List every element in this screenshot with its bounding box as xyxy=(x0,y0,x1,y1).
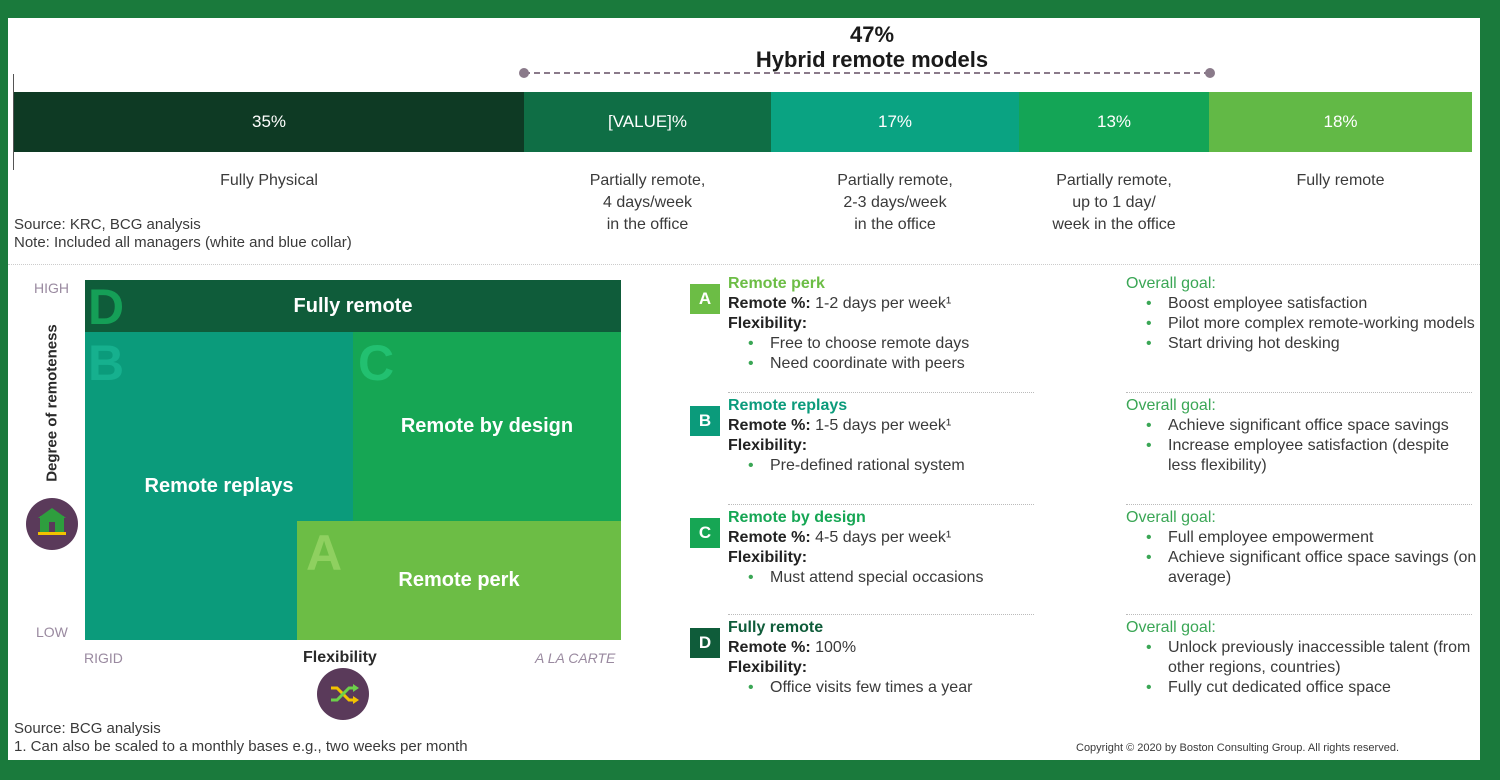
segment-flex-label: Flexibility: xyxy=(728,315,808,332)
letter-b: B xyxy=(88,335,125,391)
box-c-label: Remote by design xyxy=(400,414,574,437)
segment-divider xyxy=(1126,504,1472,505)
shuffle-icon xyxy=(317,668,369,720)
segment-flex-item: Free to choose remote days xyxy=(728,334,1088,354)
segment-remote: Remote %: 100% xyxy=(728,639,857,656)
segment-goals: Overall goal: Full employee empowermentAc… xyxy=(1126,508,1478,588)
bar-segment: 13% xyxy=(1019,92,1209,152)
bar-left-tick xyxy=(13,74,14,170)
segment-details: Remote replays Remote %: 1-5 days per wee… xyxy=(728,396,1088,476)
y-axis-title: Degree of remoteness xyxy=(43,324,61,482)
goal-item: Increase employee satisfaction (despite … xyxy=(1126,436,1478,476)
box-a-label: Remote perk xyxy=(398,568,520,591)
segment-title: Remote by design xyxy=(728,509,866,526)
segment-title: Fully remote xyxy=(728,619,824,636)
segment-goals: Overall goal: Unlock previously inaccessi… xyxy=(1126,618,1478,698)
segment-badge: A xyxy=(690,284,720,314)
goal-item: Unlock previously inaccessible talent (f… xyxy=(1126,638,1478,678)
goal-item: Achieve significant office space savings… xyxy=(1126,548,1478,588)
bar-value-label: 13% xyxy=(1096,112,1132,131)
box-b-lower xyxy=(85,521,297,640)
stacked-bar-chart: 35% Fully Physical [VALUE]% Partially remot… xyxy=(12,18,1476,258)
bar-category-label: Partially remote, 4 days/week in the offic… xyxy=(589,172,706,233)
bar-category-label: Fully remote xyxy=(1296,172,1385,189)
segment-goals: Overall goal: Boost employee satisfaction… xyxy=(1126,274,1478,354)
bar-value-label: 17% xyxy=(877,112,913,131)
goal-title: Overall goal: xyxy=(1126,619,1216,636)
home-icon xyxy=(26,498,78,550)
segment-divider xyxy=(728,504,1034,505)
segment-flex-item: Need coordinate with peers xyxy=(728,354,1088,374)
bar-segment: 18% xyxy=(1209,92,1472,152)
goal-title: Overall goal: xyxy=(1126,397,1216,414)
segment-flex-label: Flexibility: xyxy=(728,437,808,454)
segment-remote: Remote %: 4-5 days per week¹ xyxy=(728,529,952,546)
segment-divider xyxy=(1126,614,1472,615)
y-high-label: HIGH xyxy=(34,280,69,296)
bar-value-label: 18% xyxy=(1323,112,1358,131)
footer-source: Source: BCG analysis xyxy=(14,720,161,737)
segment-title: Remote perk xyxy=(728,275,825,292)
segment-divider xyxy=(728,392,1034,393)
copyright: Copyright © 2020 by Boston Consulting Gr… xyxy=(1076,742,1399,754)
top-note: Note: Included all managers (white and b… xyxy=(14,234,352,251)
segment-title: Remote replays xyxy=(728,397,848,414)
top-source: Source: KRC, BCG analysis xyxy=(14,216,201,233)
box-b-label: Remote replays xyxy=(144,474,294,497)
section-divider xyxy=(8,264,1480,265)
segment-divider xyxy=(1126,392,1472,393)
bar-segment: 17% xyxy=(771,92,1019,152)
segment-details: Fully remote Remote %: 100% Flexibility: Of… xyxy=(728,618,1088,698)
goal-title: Overall goal: xyxy=(1126,275,1216,292)
bar-category-label: Partially remote, 2-3 days/week in the off… xyxy=(837,172,953,233)
segment-badge: C xyxy=(690,518,720,548)
goal-item: Fully cut dedicated office space xyxy=(1126,678,1478,698)
segment-flex-item: Must attend special occasions xyxy=(728,568,1088,588)
bar-segment: [VALUE]% xyxy=(524,92,771,152)
goal-item: Achieve significant office space savings xyxy=(1126,416,1478,436)
bar-value-label: 35% xyxy=(251,112,287,131)
box-d-label: Fully remote xyxy=(293,294,413,317)
letter-c: C xyxy=(358,335,395,391)
segment-details: Remote by design Remote %: 4-5 days per w… xyxy=(728,508,1088,588)
segment-details: Remote perk Remote %: 1-2 days per week¹ F… xyxy=(728,274,1088,374)
segment-flex-label: Flexibility: xyxy=(728,549,808,566)
footer-footnote: 1. Can also be scaled to a monthly bases… xyxy=(14,738,468,755)
goal-item: Pilot more complex remote-working models xyxy=(1126,314,1478,334)
x-right-label: A LA CARTE xyxy=(535,650,616,666)
segment-flex-item: Pre-defined rational system xyxy=(728,456,1088,476)
y-axis-title-wrap: Degree of remoteness xyxy=(32,318,72,488)
bar-category-label: Fully Physical xyxy=(220,172,318,189)
segment-divider xyxy=(728,614,1034,615)
bar-value-label: [VALUE]% xyxy=(607,112,688,131)
x-left-label: RIGID xyxy=(84,650,123,666)
segment-remote: Remote %: 1-2 days per week¹ xyxy=(728,295,952,312)
bar-segment: 35% xyxy=(14,92,524,152)
goal-item: Start driving hot desking xyxy=(1126,334,1478,354)
segment-flex-item: Office visits few times a year xyxy=(728,678,1088,698)
segment-goals: Overall goal: Achieve significant office … xyxy=(1126,396,1478,476)
bar-category-label: Partially remote, up to 1 day/week in the… xyxy=(1052,172,1176,233)
x-axis-title: Flexibility xyxy=(303,649,377,666)
segment-remote: Remote %: 1-5 days per week¹ xyxy=(728,417,952,434)
y-low-label: LOW xyxy=(36,624,68,640)
segment-flex-label: Flexibility: xyxy=(728,659,808,676)
segment-badge: D xyxy=(690,628,720,658)
goal-item: Full employee empowerment xyxy=(1126,528,1478,548)
infographic-panel: 47% Hybrid remote models 35% Fully Physic… xyxy=(8,18,1480,760)
goal-title: Overall goal: xyxy=(1126,509,1216,526)
segment-badge: B xyxy=(690,406,720,436)
goal-item: Boost employee satisfaction xyxy=(1126,294,1478,314)
